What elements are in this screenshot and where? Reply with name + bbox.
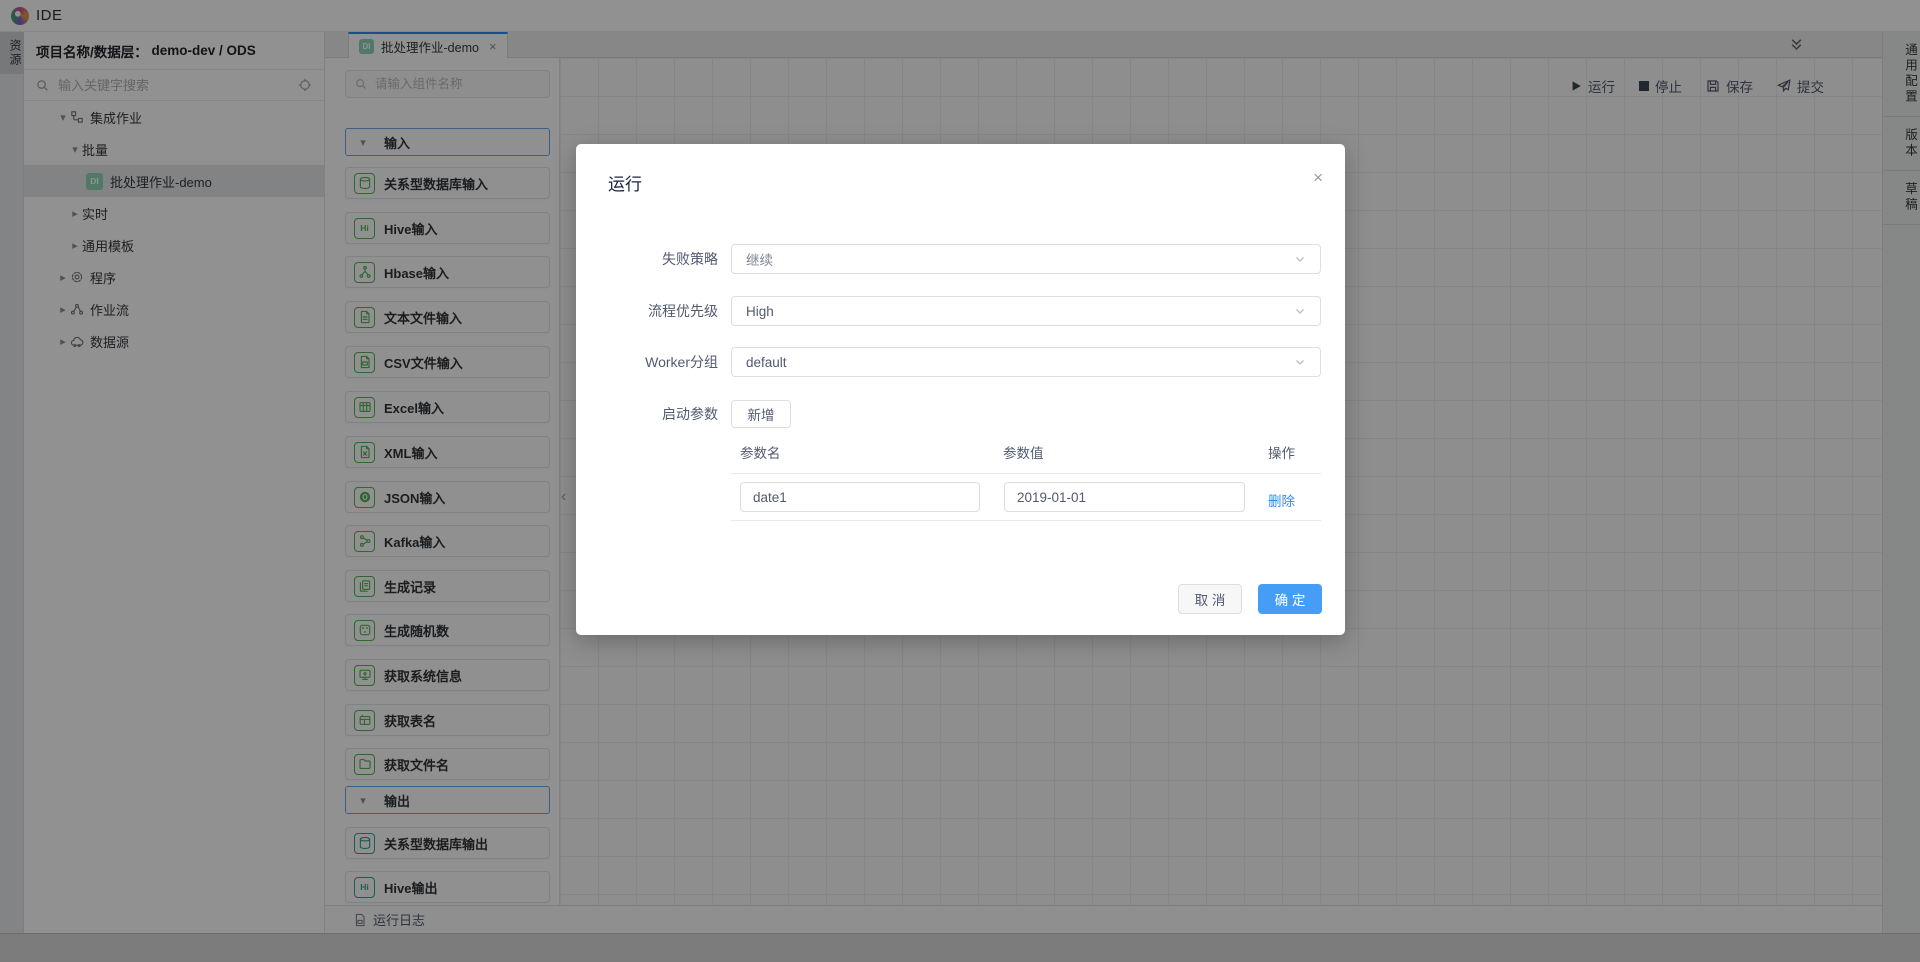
dialog-title: 运行 xyxy=(608,170,642,195)
app-window: IDE 资源 项目名称/数据层： demo-dev / ODS ▾ 集成作业 ▾… xyxy=(0,0,1920,962)
add-param-button[interactable]: 新增 xyxy=(731,400,791,428)
divider xyxy=(731,473,1321,474)
param-name-header: 参数名 xyxy=(740,442,781,462)
run-dialog: 运行 × 失败策略 继续 流程优先级 High Worker分组 default… xyxy=(576,144,1345,635)
param-name-input[interactable] xyxy=(740,482,980,512)
chevron-down-icon xyxy=(1294,356,1306,368)
param-value-input[interactable] xyxy=(1004,482,1245,512)
field-worker-group: Worker分组 default xyxy=(576,347,1345,377)
param-value-header: 参数值 xyxy=(1003,442,1044,462)
ok-button[interactable]: 确 定 xyxy=(1258,584,1322,614)
field-label: 流程优先级 xyxy=(576,296,718,326)
delete-param-link[interactable]: 删除 xyxy=(1268,490,1295,510)
select-value: 继续 xyxy=(746,249,773,269)
field-label: 启动参数 xyxy=(576,400,718,428)
select-value: High xyxy=(746,304,774,319)
field-startup-params: 启动参数 新增 xyxy=(576,400,1345,428)
param-action-header: 操作 xyxy=(1268,442,1295,462)
chevron-down-icon xyxy=(1294,305,1306,317)
worker-group-select[interactable]: default xyxy=(731,347,1321,377)
select-value: default xyxy=(746,355,787,370)
fail-strategy-select[interactable]: 继续 xyxy=(731,244,1321,274)
cancel-button[interactable]: 取 消 xyxy=(1178,584,1242,614)
field-fail-strategy: 失败策略 继续 xyxy=(576,244,1345,274)
divider xyxy=(731,520,1321,521)
field-label: 失败策略 xyxy=(576,244,718,274)
close-icon[interactable]: × xyxy=(1313,168,1323,188)
priority-select[interactable]: High xyxy=(731,296,1321,326)
field-priority: 流程优先级 High xyxy=(576,296,1345,326)
chevron-down-icon xyxy=(1294,253,1306,265)
field-label: Worker分组 xyxy=(576,347,718,377)
